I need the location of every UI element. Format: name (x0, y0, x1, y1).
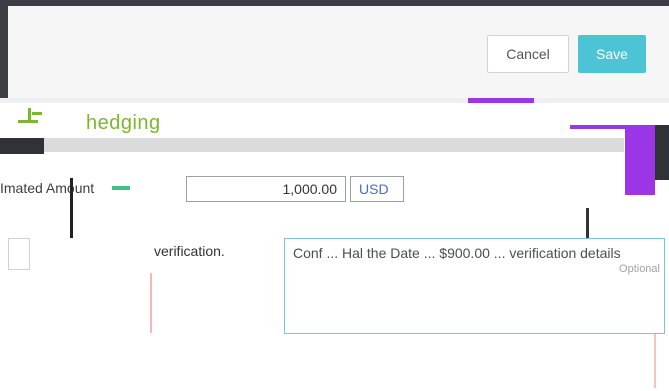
save-button[interactable]: Save (578, 35, 646, 73)
divider (70, 178, 73, 238)
side-panel-edge (655, 125, 669, 180)
toolbar-band (44, 138, 624, 152)
form-content: hedging Imated Amount 1,000.00 USD Conf … (0, 98, 669, 391)
notes-text: Conf ... Hal the Date ... $900.00 ... ve… (293, 245, 621, 261)
content-strip (0, 98, 669, 103)
checkbox[interactable] (8, 238, 30, 270)
status-indicator (112, 186, 130, 190)
action-header: Cancel Save (8, 6, 669, 99)
amount-input[interactable]: 1,000.00 (186, 176, 346, 202)
amount-row: Imated Amount 1,000.00 USD (0, 176, 669, 204)
cancel-button[interactable]: Cancel (487, 35, 569, 73)
optional-label: Optional (619, 263, 660, 275)
amount-label: Imated Amount (0, 180, 95, 196)
logo-text: hedging (86, 112, 161, 134)
left-border (0, 0, 8, 98)
notes-textarea[interactable]: Conf ... Hal the Date ... $900.00 ... ve… (284, 238, 665, 334)
accent-line (570, 125, 625, 129)
divider (150, 273, 152, 333)
currency-select[interactable]: USD (350, 176, 404, 202)
verification-text: verification. (154, 243, 225, 259)
toolbar-band-dark (0, 138, 44, 154)
accent-bar (468, 98, 534, 103)
logo-icon (18, 108, 42, 123)
